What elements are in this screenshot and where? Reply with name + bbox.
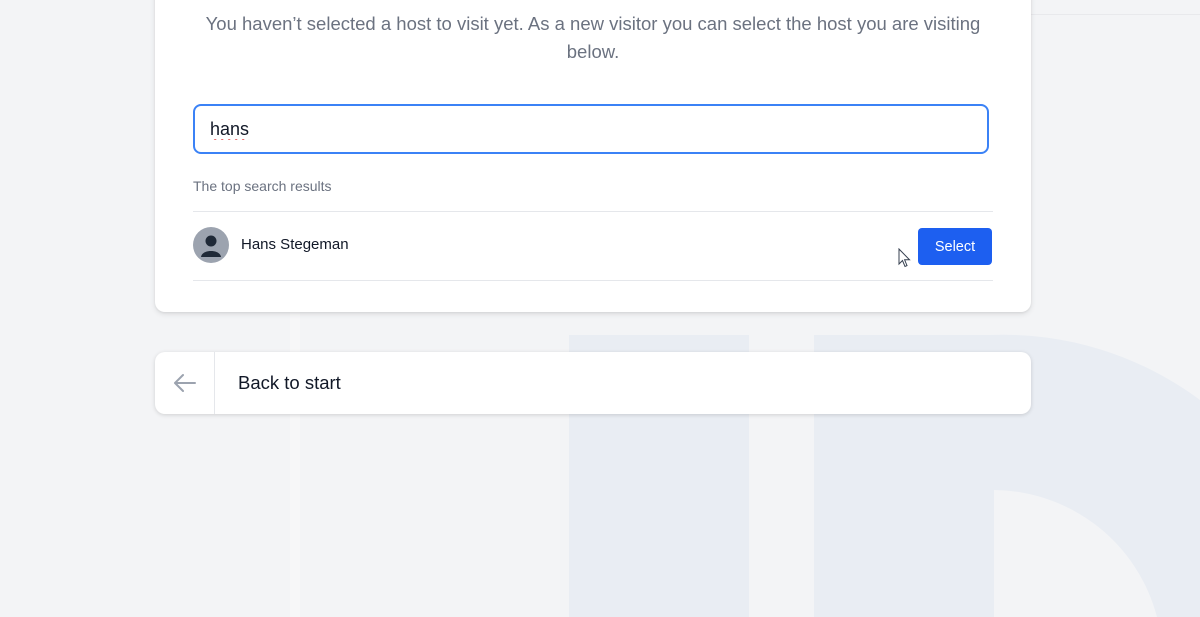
- results-label: The top search results: [193, 178, 332, 194]
- arrow-left-icon: [173, 374, 196, 392]
- back-to-start-label: Back to start: [238, 372, 341, 393]
- mouse-cursor-icon: [898, 248, 911, 268]
- result-row: Hans Stegeman Select: [193, 212, 993, 280]
- host-search-input[interactable]: [193, 104, 989, 154]
- intro-text: You haven’t selected a host to visit yet…: [205, 13, 981, 62]
- back-to-start-button[interactable]: Back to start: [155, 352, 1031, 414]
- select-host-button[interactable]: Select: [918, 228, 992, 265]
- avatar-icon: [193, 227, 229, 263]
- results-divider-bottom: [193, 280, 993, 281]
- back-icon-cell: [155, 352, 215, 414]
- host-name: Hans Stegeman: [241, 236, 349, 253]
